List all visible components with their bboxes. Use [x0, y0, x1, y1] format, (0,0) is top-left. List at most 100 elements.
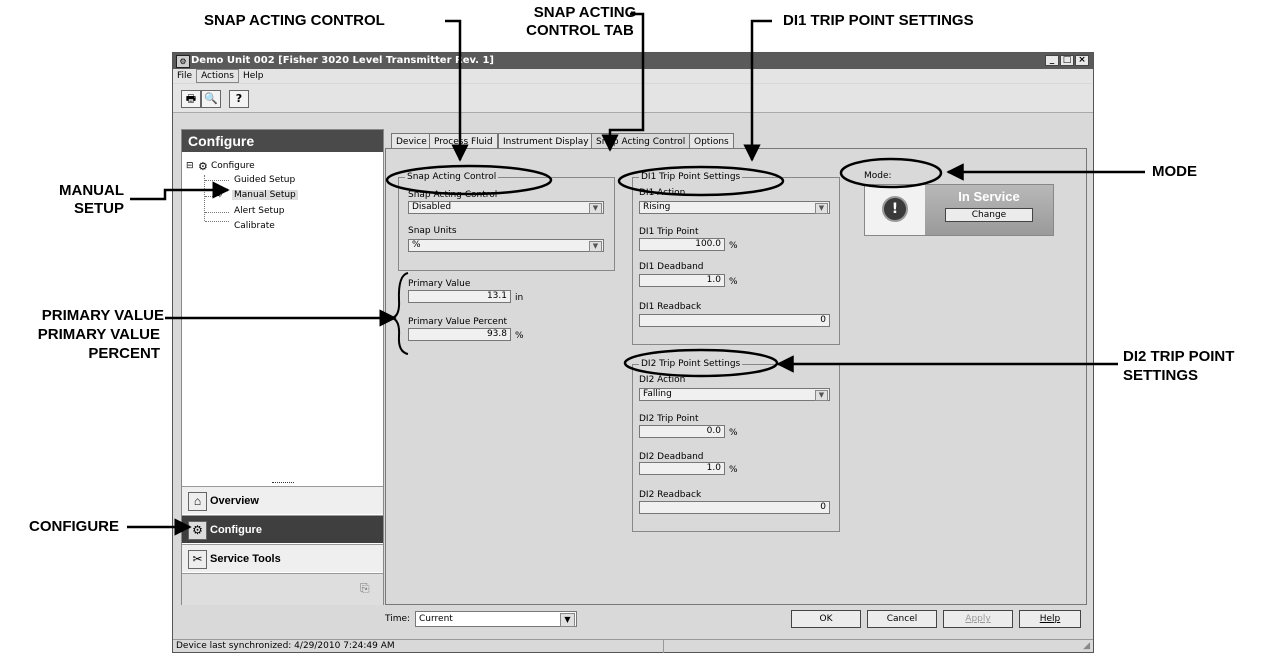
menu-help[interactable]: Help: [239, 69, 268, 83]
nav-configure[interactable]: ⚙ Configure: [182, 515, 383, 543]
tree-connector: [205, 221, 229, 222]
mode-icon-area: !: [865, 185, 925, 235]
tab-panel: Snap Acting Control Snap Acting Control …: [385, 148, 1087, 605]
primary-value-percent-label: Primary Value Percent: [408, 317, 508, 327]
gear-icon: ⚙: [188, 521, 207, 540]
snap-acting-control-group: Snap Acting Control Snap Acting Control …: [398, 172, 615, 271]
tree-collapse-icon[interactable]: ⊟: [186, 161, 194, 171]
menu-file[interactable]: File: [173, 69, 196, 83]
selection-arrow-icon: ⇨: [214, 190, 223, 201]
di1-action-select[interactable]: Rising ▼: [639, 201, 830, 214]
tools-icon: ✂: [188, 550, 207, 569]
cancel-button[interactable]: Cancel: [867, 610, 937, 628]
ok-button[interactable]: OK: [791, 610, 861, 628]
change-mode-button[interactable]: Change: [945, 208, 1033, 222]
di2-readback-field: 0: [639, 501, 830, 514]
callout-snap-acting-control-tab-2: CONTROL TAB: [526, 22, 634, 39]
snap-units-value: %: [412, 240, 421, 250]
di1-trip-point-field[interactable]: 100.0: [639, 238, 725, 251]
tree-guide-line: [204, 175, 206, 221]
menu-actions[interactable]: Actions: [196, 69, 239, 83]
di1-trip-point-settings-group: DI1 Trip Point Settings DI1 Action Risin…: [632, 172, 840, 345]
callout-di2-trip-point-settings-2: SETTINGS: [1123, 367, 1199, 384]
navigation-pane: Configure ⊟ ⚙ Configure Guided Setup ⇨ M…: [181, 129, 384, 605]
apply-button[interactable]: Apply: [943, 610, 1013, 628]
mode-panel: ! In Service Change: [864, 184, 1054, 236]
di1-deadband-label: DI1 Deadband: [639, 262, 704, 272]
nav-service-tools[interactable]: ✂ Service Tools: [182, 544, 383, 572]
app-icon: ⚙: [176, 55, 190, 68]
tree-item-manual-setup[interactable]: Manual Setup: [232, 190, 298, 200]
di1-trip-point-label: DI1 Trip Point: [639, 227, 699, 237]
tree-connector: [205, 180, 229, 181]
primary-value-percent-field: 93.8: [408, 328, 511, 341]
tree-connector: [205, 196, 213, 197]
group-title: DI1 Trip Point Settings: [639, 172, 743, 182]
di2-action-select[interactable]: Falling ▼: [639, 388, 830, 401]
nav-service-tools-label: Service Tools: [210, 553, 281, 565]
di2-trip-point-field[interactable]: 0.0: [639, 425, 725, 438]
chevron-down-icon[interactable]: ▼: [815, 203, 828, 214]
callout-manual-setup-1: MANUAL: [59, 182, 124, 199]
group-title: Snap Acting Control: [405, 172, 499, 182]
primary-value-unit: in: [515, 293, 524, 303]
snap-acting-control-label: Snap Acting Control: [408, 190, 498, 200]
configure-gear-icon: ⚙: [198, 160, 208, 173]
snap-units-select[interactable]: % ▼: [408, 239, 604, 252]
group-title: DI2 Trip Point Settings: [639, 359, 743, 369]
nav-heading: Configure: [182, 130, 383, 152]
nav-configure-label: Configure: [210, 524, 262, 536]
app-window: ⚙ Demo Unit 002 [Fisher 3020 Level Trans…: [172, 52, 1094, 653]
info-icon: !: [882, 196, 908, 222]
context-help-icon[interactable]: ?: [229, 90, 249, 108]
callout-snap-acting-control: SNAP ACTING CONTROL: [204, 12, 385, 29]
chevron-down-icon[interactable]: ▼: [589, 203, 602, 214]
maximize-button[interactable]: □: [1060, 55, 1074, 66]
callout-primary-value-1: PRIMARY VALUE: [41, 307, 164, 324]
nav-overview[interactable]: ⌂ Overview: [182, 486, 383, 514]
chevron-down-icon[interactable]: ▼: [815, 390, 828, 401]
di2-trip-point-unit: %: [729, 428, 738, 438]
toolbar: 🖶 🔍 ?: [173, 84, 1093, 113]
callout-di1-trip-point-settings: DI1 TRIP POINT SETTINGS: [783, 12, 974, 29]
tree-item-alert-setup[interactable]: Alert Setup: [234, 206, 284, 216]
home-icon: ⌂: [188, 492, 207, 511]
di1-readback-field: 0: [639, 314, 830, 327]
snap-units-label: Snap Units: [408, 226, 457, 236]
time-value: Current: [419, 614, 453, 624]
close-button[interactable]: ×: [1075, 55, 1089, 66]
nav-footer: ⎘: [182, 573, 383, 605]
di1-deadband-field[interactable]: 1.0: [639, 274, 725, 287]
chevron-down-icon[interactable]: ▼: [560, 613, 575, 627]
snap-acting-control-select[interactable]: Disabled ▼: [408, 201, 604, 214]
menu-bar: File Actions Help: [173, 69, 1093, 83]
print-icon[interactable]: 🖶: [181, 90, 201, 108]
mode-label: Mode:: [864, 171, 892, 181]
di2-trip-point-label: DI2 Trip Point: [639, 414, 699, 424]
nav-options-icon[interactable]: ⎘: [360, 581, 370, 596]
time-label: Time:: [385, 614, 411, 624]
callout-snap-acting-control-tab-1: SNAP ACTING: [533, 4, 637, 21]
time-select[interactable]: Current ▼: [415, 611, 577, 627]
tree-item-calibrate[interactable]: Calibrate: [234, 221, 275, 231]
primary-value-percent-unit: %: [515, 331, 524, 341]
print-preview-icon[interactable]: 🔍: [201, 90, 221, 108]
help-button[interactable]: Help: [1019, 610, 1081, 628]
di1-action-value: Rising: [643, 202, 671, 212]
primary-value-label: Primary Value: [408, 279, 471, 289]
di2-deadband-field[interactable]: 1.0: [639, 462, 725, 475]
splitter-grip[interactable]: [272, 482, 294, 483]
callout-primary-value-2: PRIMARY VALUE: [37, 326, 160, 343]
mode-status: In Service: [958, 189, 1020, 204]
nav-overview-label: Overview: [210, 495, 259, 507]
di2-deadband-label: DI2 Deadband: [639, 452, 704, 462]
tree-item-guided-setup[interactable]: Guided Setup: [234, 175, 295, 185]
chevron-down-icon[interactable]: ▼: [589, 241, 602, 252]
resize-grip-icon[interactable]: ◢: [1083, 640, 1090, 653]
di2-action-label: DI2 Action: [639, 375, 686, 385]
minimize-button[interactable]: _: [1045, 55, 1059, 66]
title-bar: ⚙ Demo Unit 002 [Fisher 3020 Level Trans…: [173, 53, 1093, 69]
tree-item-configure[interactable]: Configure: [211, 161, 255, 171]
di2-deadband-unit: %: [729, 465, 738, 475]
callout-mode: MODE: [1152, 163, 1197, 180]
